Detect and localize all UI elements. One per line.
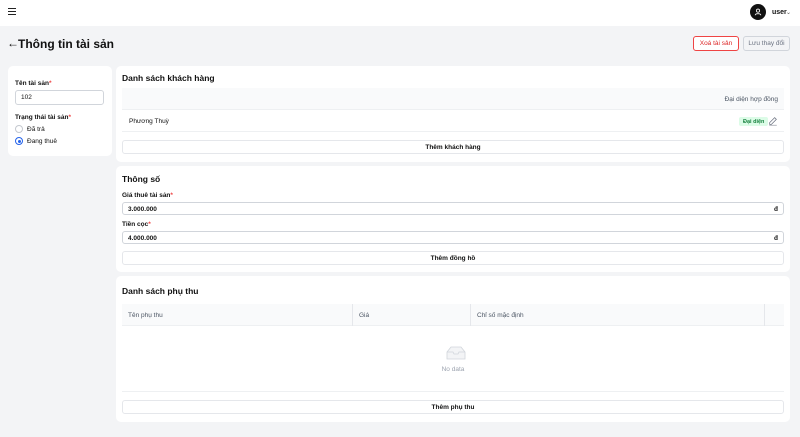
delete-asset-button[interactable]: Xoá tài sản <box>693 36 739 51</box>
currency-unit: đ <box>774 205 778 213</box>
asset-status-label: Trạng thái tài sản* <box>15 114 71 121</box>
asset-name-input[interactable]: 102 <box>15 90 104 105</box>
top-bar: user ⌄ <box>0 0 800 26</box>
chevron-down-icon[interactable]: ⌄ <box>786 9 791 16</box>
menu-icon[interactable] <box>8 8 16 15</box>
customer-name: Phương Thuỳ <box>129 118 169 125</box>
empty-state: No data <box>122 326 784 392</box>
status-option-renting[interactable]: Đang thuê <box>15 137 57 145</box>
column-default-index: Chỉ số mặc định <box>470 304 764 326</box>
surcharge-list-card: Danh sách phụ thu Tên phụ thu Giá Chỉ số… <box>116 276 790 422</box>
user-icon <box>754 8 762 16</box>
rent-price-input[interactable]: 3.000.000 đ <box>122 202 784 215</box>
rent-price-value: 3.000.000 <box>128 205 157 213</box>
column-representative: Đại diện hợp đồng <box>724 96 778 103</box>
deposit-value: 4.000.000 <box>128 234 157 242</box>
add-surcharge-button[interactable]: Thêm phụ thu <box>122 400 784 414</box>
page-title: Thông tin tài sản <box>18 37 114 51</box>
radio-returned[interactable] <box>15 125 23 133</box>
save-changes-button[interactable]: Lưu thay đổi <box>743 36 790 51</box>
add-meter-button[interactable]: Thêm đồng hồ <box>122 251 784 265</box>
table-row: Phương Thuỳ Đại diện <box>122 110 784 132</box>
asset-info-card: Tên tài sản* 102 Trạng thái tài sản* Đã … <box>8 66 112 156</box>
currency-unit: đ <box>774 234 778 242</box>
radio-renting[interactable] <box>15 137 23 145</box>
specs-title: Thông số <box>122 174 161 184</box>
column-price: Giá <box>352 304 470 326</box>
empty-text: No data <box>441 366 465 373</box>
specs-card: Thông số Giá thuê tài sản* 3.000.000 đ T… <box>116 166 790 272</box>
status-option-label: Đã trả <box>27 125 45 133</box>
page-header: ← Thông tin tài sản Xoá tài sản Lưu thay… <box>0 26 800 62</box>
customer-list-title: Danh sách khách hàng <box>122 73 215 83</box>
deposit-input[interactable]: 4.000.000 đ <box>122 231 784 244</box>
surcharge-list-title: Danh sách phụ thu <box>122 286 199 296</box>
rent-price-label: Giá thuê tài sản* <box>122 192 173 199</box>
user-name[interactable]: user <box>772 9 787 16</box>
add-customer-button[interactable]: Thêm khách hàng <box>122 140 784 154</box>
customer-table-header: Đại diện hợp đồng <box>122 88 784 110</box>
representative-badge: Đại diện <box>739 117 769 126</box>
column-actions <box>764 304 784 326</box>
deposit-label: Tiền cọc* <box>122 221 151 228</box>
empty-box-icon <box>446 346 466 360</box>
surcharge-table-header: Tên phụ thu Giá Chỉ số mặc định <box>122 304 784 326</box>
asset-name-label: Tên tài sản* <box>15 80 52 87</box>
edit-icon[interactable] <box>768 116 778 126</box>
avatar[interactable] <box>750 4 766 20</box>
status-option-label: Đang thuê <box>27 137 57 145</box>
status-option-returned[interactable]: Đã trả <box>15 125 45 133</box>
customer-list-card: Danh sách khách hàng Đại diện hợp đồng P… <box>116 66 790 162</box>
column-surcharge-name: Tên phụ thu <box>128 311 163 319</box>
